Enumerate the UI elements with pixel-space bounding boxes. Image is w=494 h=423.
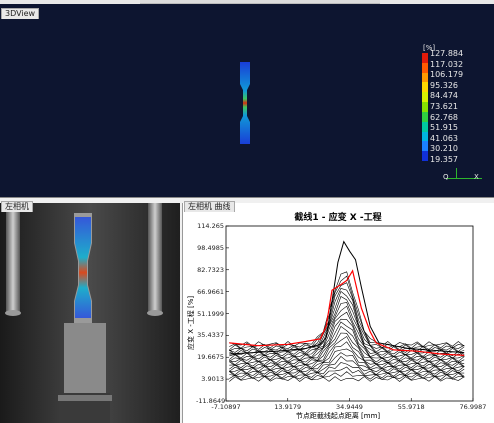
legend-swatch [422,53,428,63]
legend-value: 117.032 [430,59,464,69]
axis-z-label: Q [443,173,449,181]
axis-x-label: X [474,173,479,181]
legend-value: 106.179 [430,70,464,80]
legend-value: 41.063 [430,133,458,143]
y-tick-label: 66.9661 [197,287,224,296]
legend-value: 51.915 [430,123,458,133]
legend-swatch [422,92,428,103]
legend-value: 19.357 [430,154,458,164]
y-axis-label: 应变 X -工程 [%] [187,295,195,350]
x-tick-label: 55.9718 [397,403,425,411]
y-tick-label: 3.9013 [201,375,224,384]
left-rod [6,203,20,313]
legend-value: 73.621 [430,101,458,111]
specimen-grip [64,323,106,393]
camera-panel[interactable] [0,203,180,423]
legend-value: 62.768 [430,112,458,122]
3d-specimen [240,62,250,144]
3d-specimen-svg [240,62,250,144]
y-tick-label: 98.4985 [197,243,224,252]
curve-panel[interactable] [182,203,494,423]
right-rod [148,203,162,313]
x-tick-label: 13.9179 [274,403,302,411]
legend-swatch [422,111,428,122]
legend-swatch [422,82,428,93]
y-tick-label: 35.4337 [197,331,224,340]
legend-swatch [422,121,428,132]
y-tick-label: 19.6675 [197,353,224,362]
y-tick-label: 114.265 [197,222,224,230]
camera-image [0,203,180,423]
x-tick-label: 76.9987 [459,403,487,411]
panel-title-3dview[interactable]: 3DView [1,8,40,19]
chart-title: 截线1 - 应变 X -工程 [294,213,382,223]
legend-color-bar [422,53,428,161]
legend-swatch [422,151,428,161]
x-tick-label: 34.9449 [336,403,363,411]
legend-value: 127.884 [430,49,464,58]
y-tick-label: 82.7323 [197,265,224,274]
x-axis-label: 节点距截线起点距离 [mm] [295,412,381,420]
y-tick-label: 51.1999 [197,309,224,318]
x-tick-label: -7.10897 [211,403,241,411]
legend-value: 84.474 [430,91,458,101]
legend-value: 30.210 [430,144,458,154]
panel-title-camera[interactable]: 左相机 [1,201,33,212]
legend-swatch [422,141,428,152]
legend-swatch [422,102,428,112]
legend-value: 95.326 [430,80,458,90]
legend-labels: 127.884 117.032 106.179 95.326 84.474 73.621 6… [430,49,463,166]
3d-view-panel[interactable]: 3DView [%] 127.884 117.032 106.179 95.326 84… [0,4,494,198]
legend-swatch [422,62,428,73]
legend-swatch [422,72,428,83]
legend-swatch [422,131,428,142]
